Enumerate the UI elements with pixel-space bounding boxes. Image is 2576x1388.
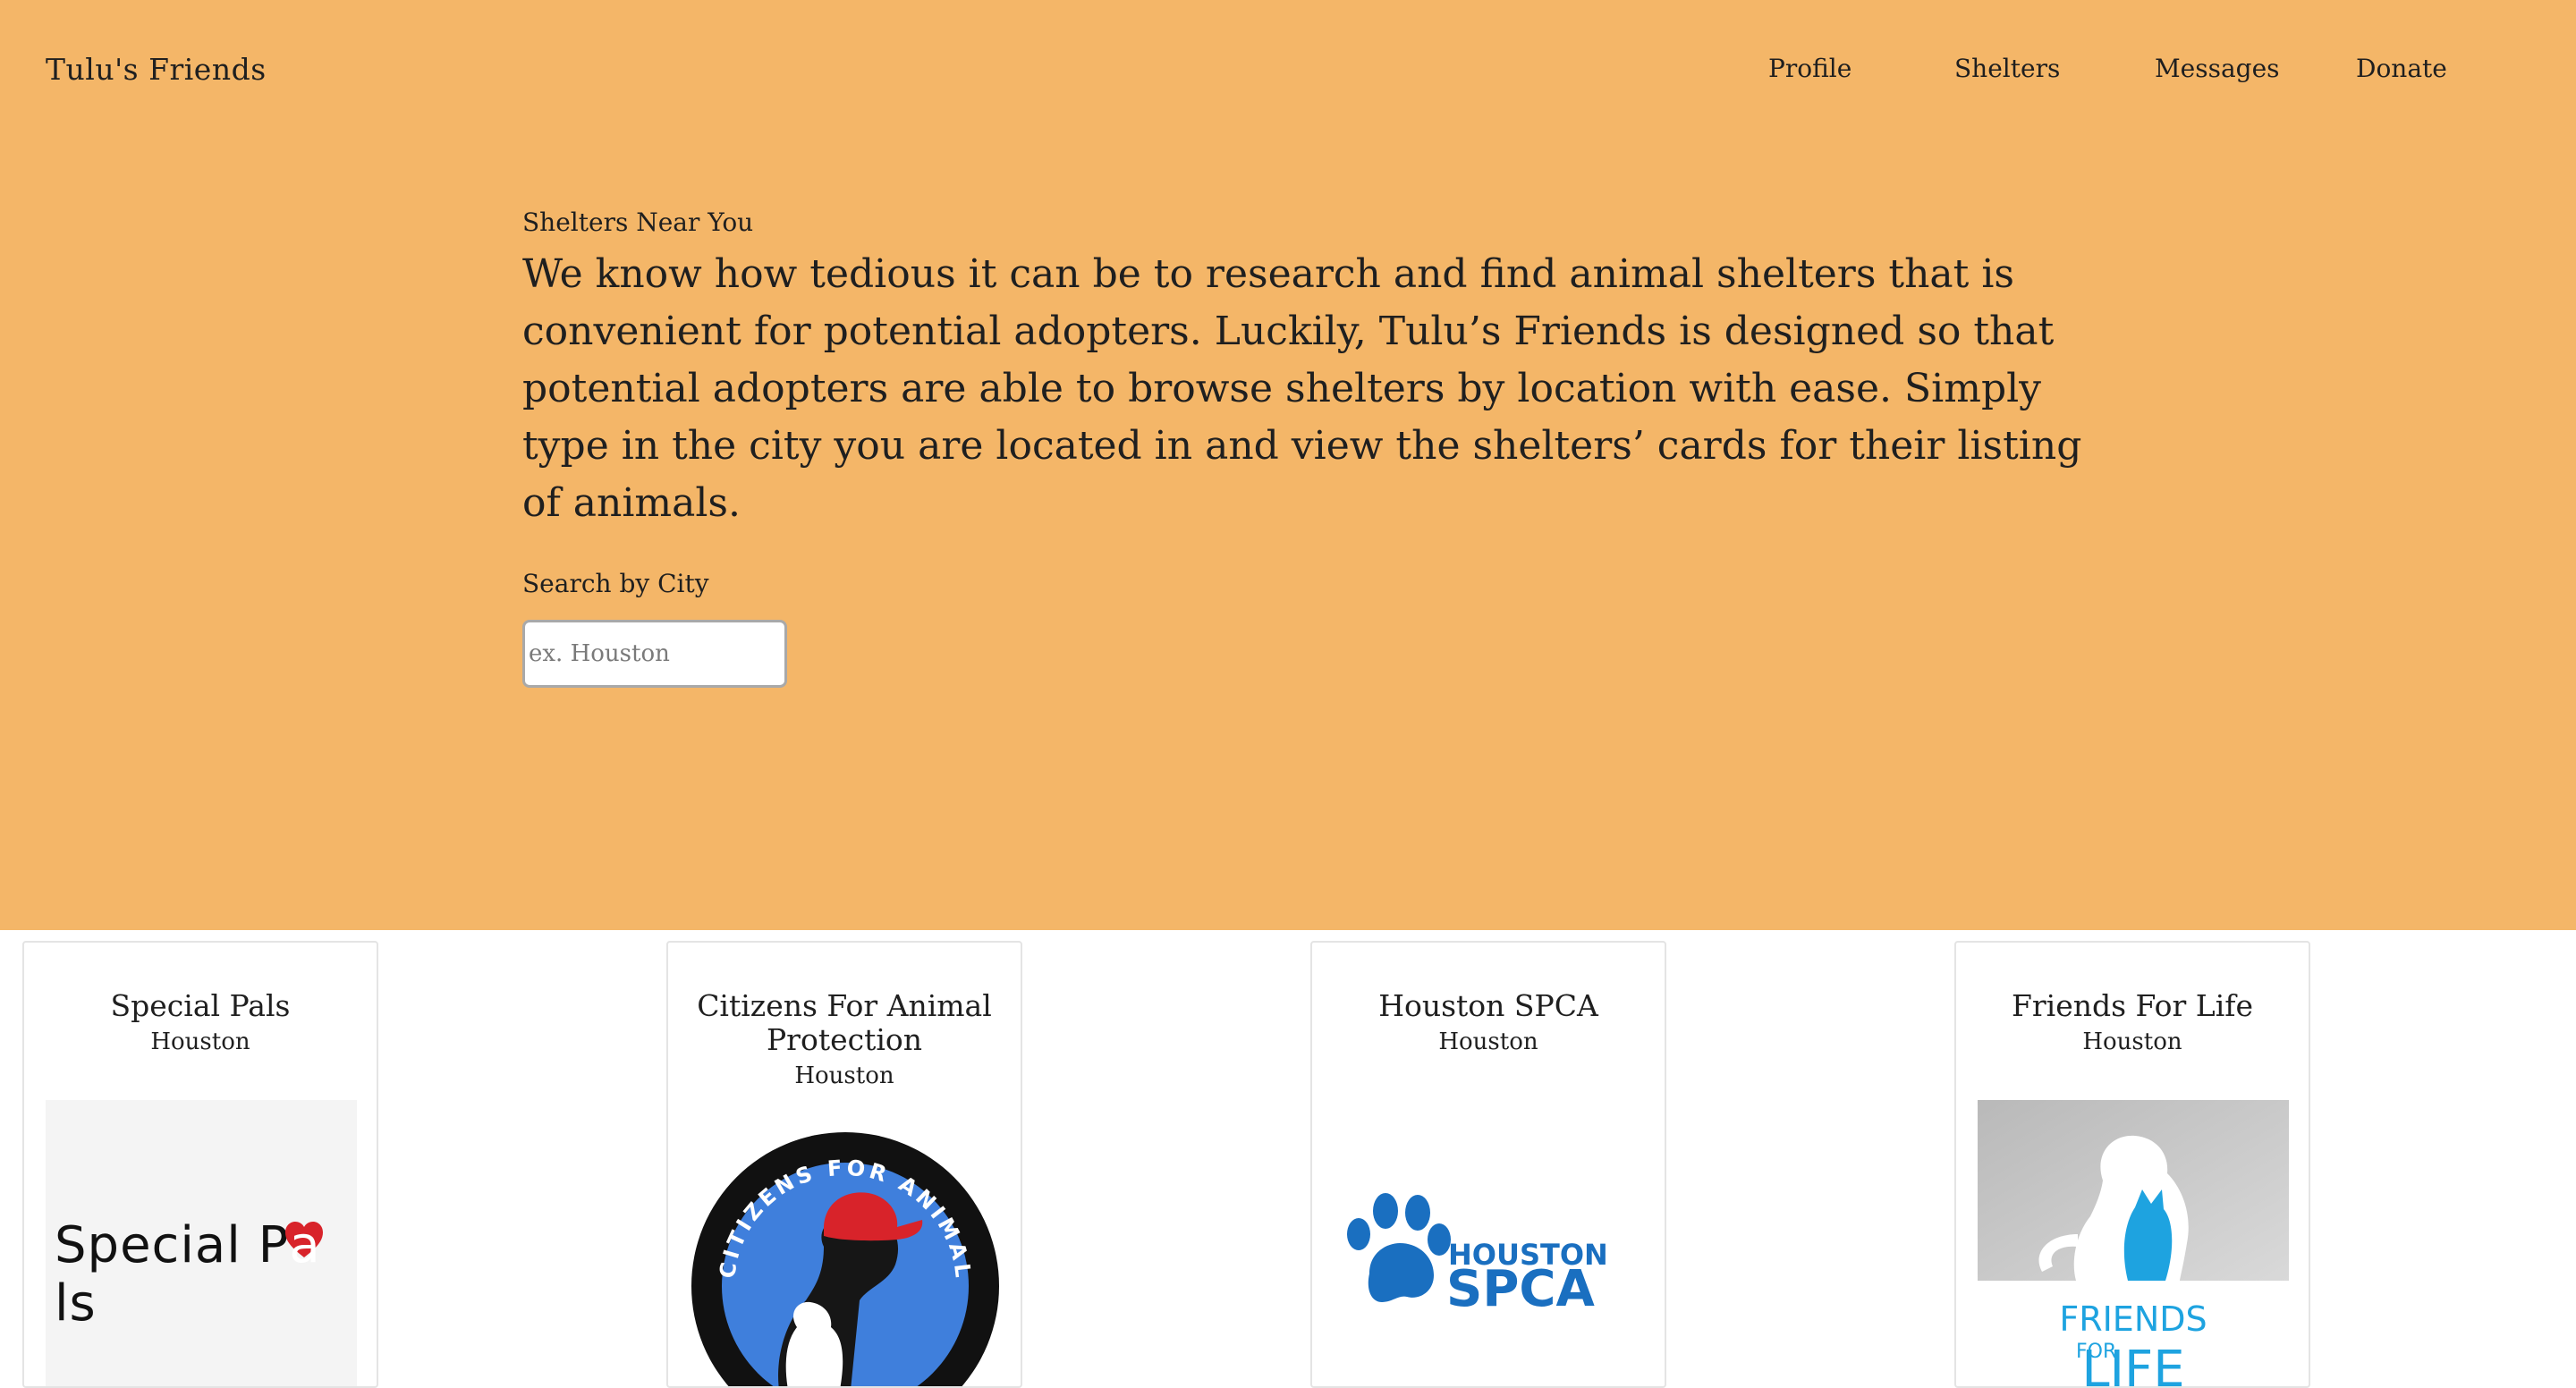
- citizens-for-animal-protection-logo: CITIZENS FOR ANIMAL PROTECTION: [679, 1111, 1001, 1386]
- shelter-city: Houston: [2082, 1028, 2182, 1055]
- shelter-city: Houston: [150, 1028, 250, 1055]
- nav-donate-link[interactable]: Donate: [2356, 54, 2447, 83]
- nav-profile-link[interactable]: Profile: [1768, 54, 1852, 83]
- friends-for-life-graphic: FRIENDS FOR LIFE: [1978, 1100, 2289, 1386]
- shelter-card[interactable]: Citizens For Animal Protection Houston C…: [666, 941, 1022, 1388]
- shelter-card[interactable]: Houston SPCA Houston HOUSTON SPCA: [1310, 941, 1666, 1388]
- friends-for-life-logo: FRIENDS FOR LIFE: [1978, 1100, 2289, 1386]
- shelter-card[interactable]: Special Pals Houston Special Pals: [22, 941, 378, 1388]
- houston-spca-logo: HOUSTON SPCA: [1334, 1184, 1645, 1318]
- shelter-city: Houston: [1438, 1028, 1538, 1055]
- svg-text:LIFE: LIFE: [2081, 1341, 2184, 1386]
- hero-section: Tulu's Friends Profile Shelters Messages…: [0, 0, 2576, 930]
- paw-icon: HOUSTON SPCA: [1347, 1193, 1608, 1318]
- intro-block: Shelters Near You We know how tedious it…: [522, 207, 2097, 532]
- search-label: Search by City: [522, 569, 709, 598]
- svg-text:SPCA: SPCA: [1446, 1260, 1595, 1318]
- shelter-name: Friends For Life: [2012, 988, 2253, 1023]
- cap-logo-graphic: CITIZENS FOR ANIMAL PROTECTION: [679, 1111, 999, 1386]
- shelter-city: Houston: [794, 1062, 894, 1089]
- special-pals-logo-text: Special Pals: [55, 1216, 357, 1333]
- top-nav: Profile Shelters Messages Donate: [0, 54, 2576, 89]
- svg-text:FRIENDS: FRIENDS: [2059, 1299, 2207, 1339]
- shelter-name: Special Pals: [110, 988, 291, 1023]
- shelter-card[interactable]: Friends For Life Houston FRIENDS FOR LIF…: [1954, 941, 2310, 1388]
- shelter-card-list: Special Pals Houston Special Pals Citize…: [0, 941, 2576, 1388]
- nav-messages-link[interactable]: Messages: [2155, 54, 2280, 83]
- shelter-name: Houston SPCA: [1378, 988, 1598, 1023]
- intro-text: We know how tedious it can be to researc…: [522, 251, 2082, 526]
- nav-shelters-link[interactable]: Shelters: [1954, 54, 2060, 83]
- city-search-input[interactable]: [522, 620, 787, 688]
- shelter-name: Citizens For Animal Protection: [697, 988, 992, 1057]
- section-label: Shelters Near You: [522, 207, 754, 237]
- special-pals-logo: Special Pals: [46, 1100, 357, 1386]
